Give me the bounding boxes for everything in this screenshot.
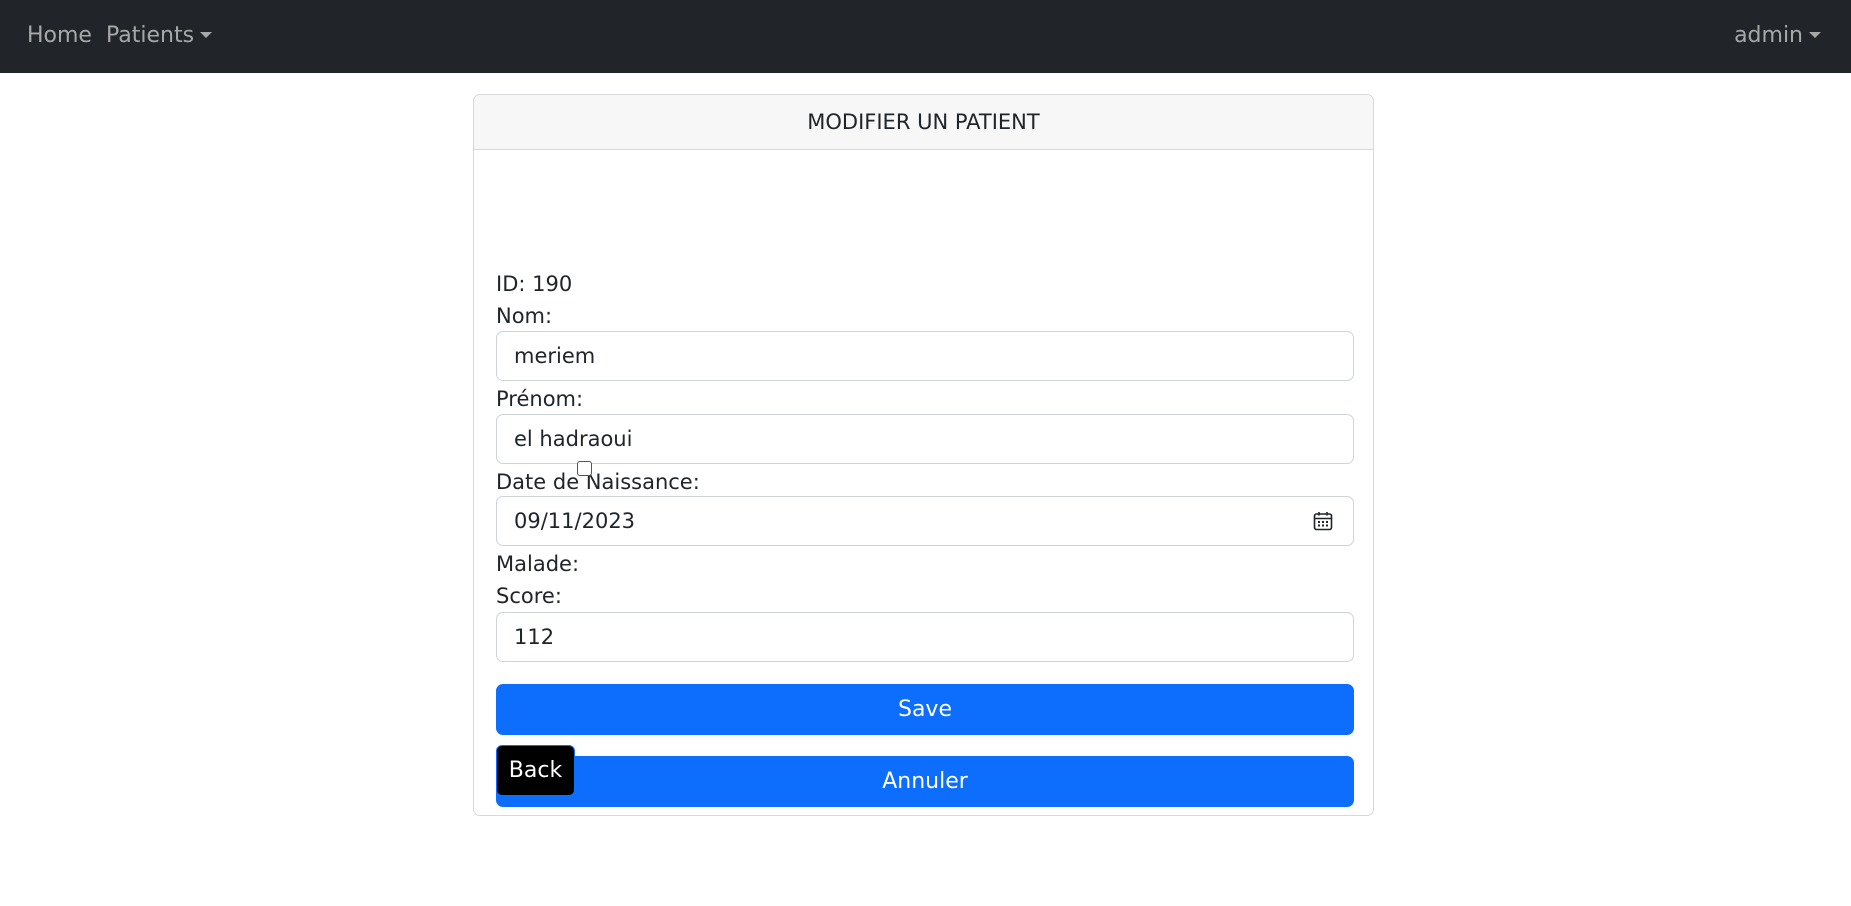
prenom-input-value: el hadraoui	[514, 427, 633, 451]
scrollbar[interactable]	[1834, 73, 1851, 906]
date-label: Date de Naissance:	[496, 470, 700, 494]
patient-id-text: ID: 190	[496, 272, 573, 296]
malade-checkbox[interactable]	[577, 461, 592, 476]
score-label: Score:	[496, 584, 562, 608]
calendar-icon[interactable]	[1313, 511, 1333, 531]
card-title: MODIFIER UN PATIENT	[474, 95, 1373, 150]
caret-down-icon	[200, 32, 213, 38]
nav-home-link[interactable]: Home	[27, 22, 92, 50]
score-input[interactable]: 112	[496, 612, 1354, 662]
edit-patient-card: MODIFIER UN PATIENT ID: 190 Nom: meriem …	[473, 94, 1374, 816]
back-button[interactable]: Back	[496, 745, 575, 796]
nav-patients-dropdown[interactable]: Patients	[106, 22, 213, 50]
nav-patients-label: Patients	[106, 23, 195, 48]
prenom-input[interactable]: el hadraoui	[496, 414, 1354, 464]
top-navbar: Home Patients admin	[0, 0, 1851, 73]
malade-label: Malade:	[496, 552, 580, 576]
score-input-value: 112	[514, 625, 555, 649]
save-button[interactable]: Save	[496, 684, 1354, 735]
date-input[interactable]: 09/11/2023	[496, 496, 1354, 546]
nav-user-label: admin	[1734, 23, 1803, 48]
nom-label: Nom:	[496, 304, 553, 328]
nav-user-dropdown[interactable]: admin	[1734, 22, 1821, 50]
cancel-button[interactable]: Annuler	[496, 756, 1354, 807]
date-input-value: 09/11/2023	[514, 509, 636, 533]
nom-input[interactable]: meriem	[496, 331, 1354, 381]
prenom-label: Prénom:	[496, 387, 584, 411]
nom-input-value: meriem	[514, 344, 596, 368]
caret-down-icon	[1809, 32, 1821, 38]
